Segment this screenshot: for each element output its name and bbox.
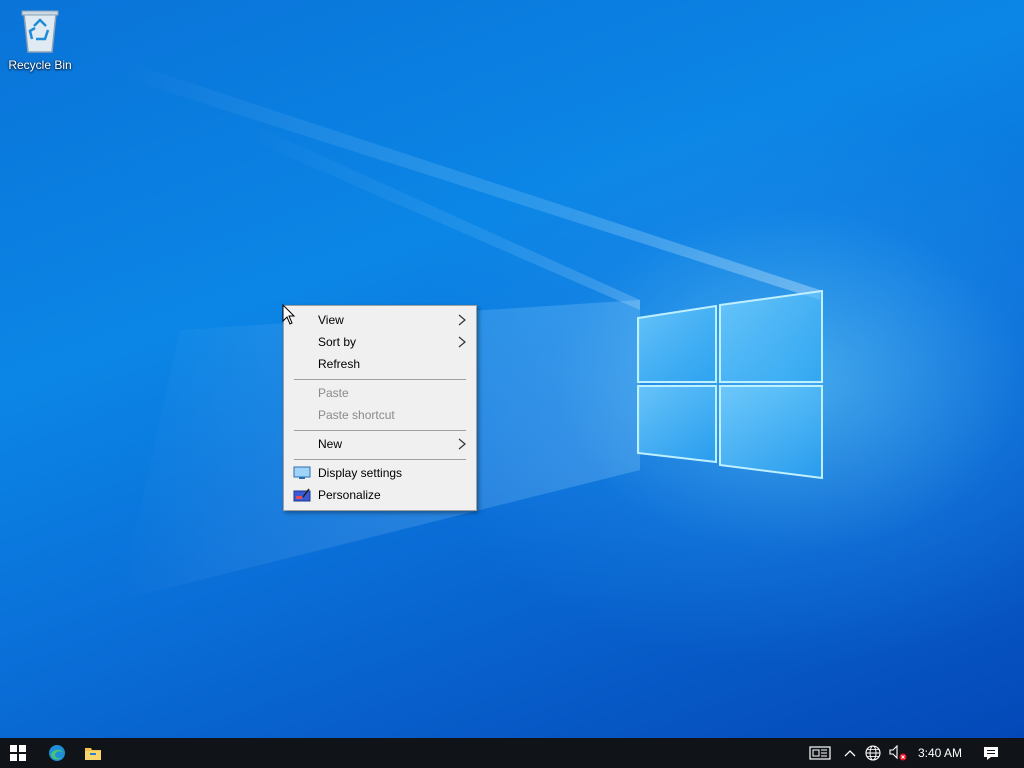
submenu-arrow-icon xyxy=(458,314,466,326)
desktop-icon-recycle-bin[interactable]: Recycle Bin xyxy=(4,6,76,76)
submenu-arrow-icon xyxy=(458,336,466,348)
tray-network-button[interactable] xyxy=(862,738,884,768)
volume-muted-icon xyxy=(889,745,907,761)
windows-start-icon xyxy=(10,745,26,761)
wallpaper-light-beams xyxy=(120,60,820,600)
menu-item-label: View xyxy=(318,313,344,327)
menu-separator xyxy=(294,459,466,460)
show-hidden-icons-chevron xyxy=(844,750,856,757)
menu-item-label: Refresh xyxy=(318,357,361,371)
tray-show-hidden-button[interactable] xyxy=(840,738,860,768)
recycle-bin-icon xyxy=(21,10,59,53)
menu-item-label: Paste xyxy=(318,386,349,400)
start-button[interactable] xyxy=(0,738,36,768)
display-settings-icon xyxy=(293,466,311,479)
edge-browser-icon xyxy=(49,745,65,761)
desktop-background[interactable]: Recycle Bin xyxy=(0,0,1024,738)
menu-item-label: Paste shortcut xyxy=(318,408,395,422)
network-globe-icon xyxy=(865,745,881,761)
clock-time: 3:40 AM xyxy=(917,746,963,760)
menu-item-refresh[interactable]: Refresh xyxy=(286,353,474,375)
news-interests-icon xyxy=(809,746,831,760)
menu-item-label: Display settings xyxy=(318,466,403,480)
desktop-context-menu: View Sort by Refresh Paste Paste shortcu… xyxy=(283,305,477,511)
menu-item-paste-shortcut[interactable]: Paste shortcut xyxy=(286,404,474,426)
action-center-icon xyxy=(984,746,998,760)
menu-item-sort-by[interactable]: Sort by xyxy=(286,331,474,353)
menu-separator xyxy=(294,379,466,380)
menu-separator xyxy=(294,430,466,431)
desktop-icon-label: Recycle Bin xyxy=(8,58,72,72)
file-explorer-icon xyxy=(85,748,101,760)
menu-item-label: Personalize xyxy=(318,488,381,502)
menu-item-label: Sort by xyxy=(318,335,357,349)
menu-item-paste[interactable]: Paste xyxy=(286,382,474,404)
menu-item-label: New xyxy=(318,437,343,451)
menu-item-personalize[interactable]: Personalize xyxy=(286,484,474,506)
menu-item-new[interactable]: New xyxy=(286,433,474,455)
taskbar-edge-button[interactable] xyxy=(40,738,74,768)
submenu-arrow-icon xyxy=(458,438,466,450)
taskbar: 3:40 AM xyxy=(0,738,1024,768)
taskbar-file-explorer-button[interactable] xyxy=(76,738,110,768)
menu-item-view[interactable]: View xyxy=(286,309,474,331)
personalize-icon xyxy=(293,488,311,502)
menu-item-display-settings[interactable]: Display settings xyxy=(286,462,474,484)
tray-volume-button[interactable] xyxy=(886,738,910,768)
windows-logo-wallpaper xyxy=(637,290,823,480)
tray-clock[interactable]: 3:40 AM xyxy=(912,738,968,768)
tray-news-button[interactable] xyxy=(806,738,834,768)
mouse-pointer-icon xyxy=(282,304,296,325)
action-center-button[interactable] xyxy=(976,738,1006,768)
